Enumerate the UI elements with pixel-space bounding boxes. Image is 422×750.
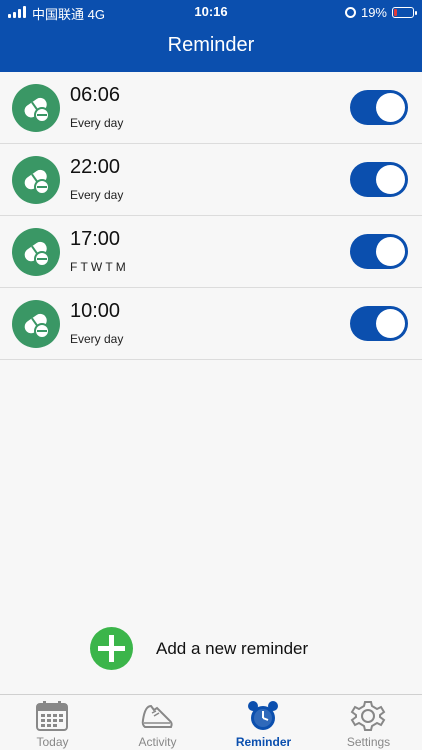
battery-percent: 19% — [360, 4, 387, 20]
shoe-icon — [141, 704, 173, 728]
tab-bar: Today Activity Reminder Settings — [0, 694, 422, 750]
reminder-row[interactable]: 22:00 Every day — [0, 144, 422, 216]
reminder-toggle[interactable] — [350, 90, 408, 125]
toggle-knob — [376, 93, 405, 122]
tab-reminder[interactable]: Reminder — [211, 695, 316, 750]
add-reminder-area[interactable]: Add a new reminder — [90, 627, 390, 671]
app-screen: 中国联通 4G 10:16 19% Reminder 06:06 Every d… — [0, 0, 422, 750]
reminder-time: 17:00 — [70, 228, 121, 250]
reminder-list: 06:06 Every day 22:00 Every day 17:00 F … — [0, 72, 422, 360]
toggle-knob — [376, 237, 405, 266]
tab-activity[interactable]: Activity — [105, 695, 210, 750]
reminder-repeat: Every day — [70, 188, 124, 202]
add-reminder-button[interactable] — [90, 627, 133, 670]
tab-label: Today — [36, 735, 69, 749]
tab-label: Reminder — [235, 735, 292, 749]
pill-icon — [12, 84, 60, 132]
tab-today[interactable]: Today — [0, 695, 105, 750]
reminder-toggle[interactable] — [350, 234, 408, 269]
tab-label: Settings — [346, 735, 391, 749]
reminder-toggle[interactable] — [350, 306, 408, 341]
reminder-row[interactable]: 10:00 Every day — [0, 288, 422, 360]
pill-icon — [12, 300, 60, 348]
status-right: 19% — [344, 4, 417, 20]
toggle-knob — [376, 309, 405, 338]
calendar-icon — [36, 701, 68, 731]
battery-level — [394, 8, 397, 16]
add-reminder-label[interactable]: Add a new reminder — [156, 639, 308, 659]
status-bar: 中国联通 4G 10:16 19% — [0, 0, 422, 24]
toggle-knob — [376, 165, 405, 194]
tab-settings[interactable]: Settings — [316, 695, 421, 750]
reminder-repeat: Every day — [70, 332, 124, 346]
reminder-repeat: F T W T M — [70, 260, 126, 274]
reminder-row[interactable]: 17:00 F T W T M — [0, 216, 422, 288]
pill-icon — [12, 156, 60, 204]
tab-label: Activity — [138, 735, 177, 749]
reminder-repeat: Every day — [70, 116, 124, 130]
alarm-icon — [344, 6, 356, 18]
pill-icon — [12, 228, 60, 276]
gear-icon — [350, 701, 386, 731]
battery-icon — [392, 6, 417, 18]
header-bar: 中国联通 4G 10:16 19% Reminder — [0, 0, 422, 72]
reminder-time: 22:00 — [70, 156, 121, 178]
alarm-clock-icon — [248, 701, 278, 730]
reminder-row[interactable]: 06:06 Every day — [0, 72, 422, 144]
page-title: Reminder — [167, 34, 255, 56]
reminder-time: 06:06 — [70, 84, 121, 106]
reminder-toggle[interactable] — [350, 162, 408, 197]
reminder-time: 10:00 — [70, 300, 121, 322]
